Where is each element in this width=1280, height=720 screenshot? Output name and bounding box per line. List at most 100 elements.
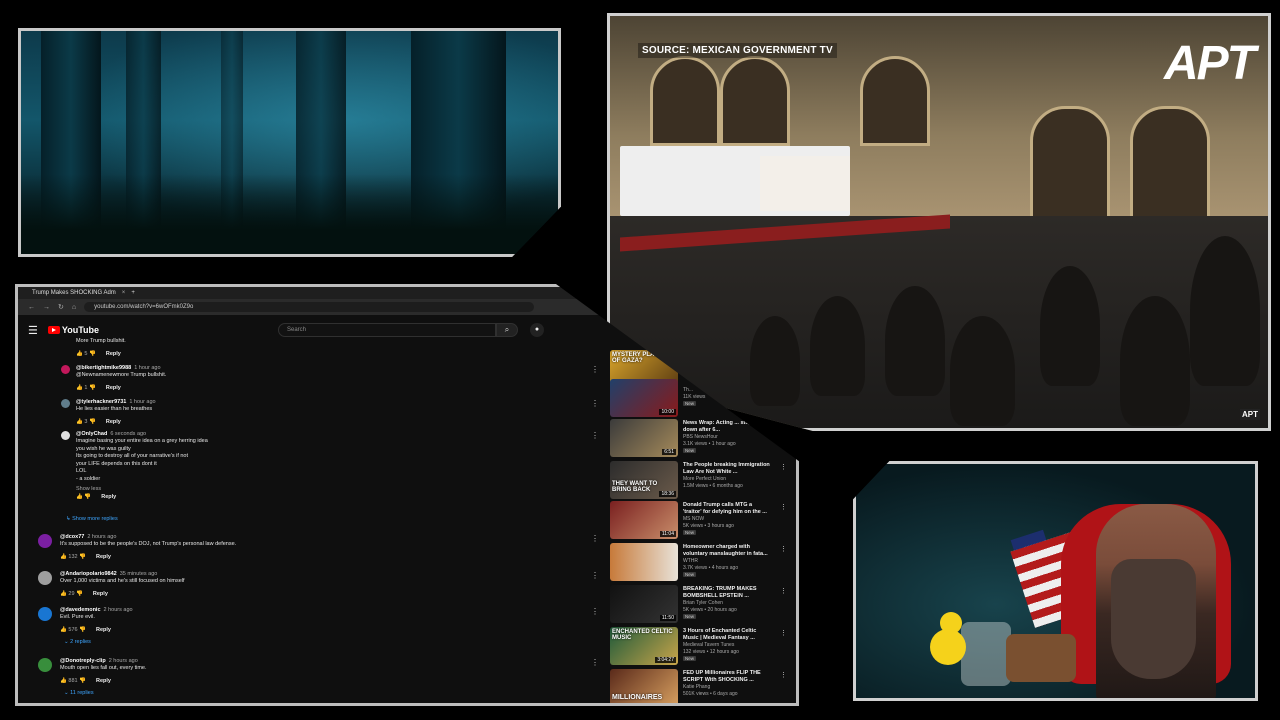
- video-thumbnail[interactable]: ENCHANTED CELTIC MUSIC 3:04:27: [610, 627, 678, 665]
- more-options-icon[interactable]: ⋮: [780, 587, 787, 595]
- more-options-icon[interactable]: ⋮: [591, 365, 599, 374]
- reply-button[interactable]: Reply: [106, 385, 121, 391]
- reply-button[interactable]: Reply: [96, 678, 111, 684]
- video-title[interactable]: BREAKING: TRUMP MAKES BOMBSHELL EPSTEIN …: [683, 586, 771, 599]
- video-title[interactable]: News Wrap: Acting ... stepping down afte…: [683, 420, 771, 433]
- video-channel[interactable]: WTHR: [683, 558, 698, 564]
- avatar[interactable]: [38, 607, 52, 621]
- dislike-icon[interactable]: 👎: [89, 419, 96, 425]
- more-options-icon[interactable]: ⋮: [780, 503, 787, 511]
- show-less-link[interactable]: Show less: [76, 486, 101, 492]
- reply-button[interactable]: Reply: [106, 419, 121, 425]
- browser-tab[interactable]: Trump Makes SHOCKING Adm: [32, 290, 116, 296]
- video-channel[interactable]: MS NOW: [683, 516, 704, 522]
- like-icon[interactable]: 👍: [76, 419, 83, 425]
- more-options-icon[interactable]: ⋮: [591, 607, 599, 616]
- reply-button[interactable]: Reply: [96, 554, 111, 560]
- like-icon[interactable]: 👍: [76, 385, 83, 391]
- more-options-icon[interactable]: ⋮: [591, 658, 599, 667]
- forward-icon[interactable]: →: [43, 304, 50, 311]
- video-title[interactable]: Homeowner charged with voluntary manslau…: [683, 544, 771, 557]
- dislike-icon[interactable]: 👎: [79, 627, 86, 633]
- comment-actions: 👍 132 👎 Reply: [60, 554, 111, 560]
- video-card[interactable]: Homeowner charged with voluntary manslau…: [610, 543, 790, 583]
- like-icon[interactable]: 👍: [60, 591, 67, 597]
- comment-author[interactable]: @dcox77: [60, 534, 84, 540]
- video-card[interactable]: 6:51 News Wrap: Acting ... stepping down…: [610, 419, 790, 459]
- close-tab-icon[interactable]: ×: [122, 290, 126, 296]
- search-icon[interactable]: ⌕: [496, 323, 518, 337]
- video-card[interactable]: MILLIONAIRES FED UP Millionaires FLIP TH…: [610, 669, 790, 703]
- avatar[interactable]: [38, 571, 52, 585]
- video-channel[interactable]: Th...: [683, 387, 693, 393]
- video-card[interactable]: ENCHANTED CELTIC MUSIC 3:04:27 3 Hours of…: [610, 627, 790, 667]
- home-icon[interactable]: ⌂: [72, 304, 76, 311]
- more-options-icon[interactable]: ⋮: [591, 534, 599, 543]
- reply-button[interactable]: Reply: [96, 627, 111, 633]
- video-title[interactable]: Donald Trump calls MTG a 'traitor' for d…: [683, 502, 771, 515]
- reply-button[interactable]: Reply: [101, 494, 116, 500]
- avatar[interactable]: [38, 534, 52, 548]
- reload-icon[interactable]: ↻: [58, 303, 64, 311]
- video-channel[interactable]: Medieval Tavern Tunes: [683, 642, 734, 648]
- search-input[interactable]: Search: [278, 323, 496, 337]
- more-options-icon[interactable]: ⋮: [780, 629, 787, 637]
- video-thumbnail[interactable]: 11:04: [610, 501, 678, 539]
- comment-author[interactable]: @davedemonic: [60, 607, 101, 613]
- new-tab-icon[interactable]: +: [131, 290, 135, 296]
- video-card[interactable]: 11:04 Donald Trump calls MTG a 'traitor'…: [610, 501, 790, 541]
- dislike-icon[interactable]: 👎: [76, 591, 83, 597]
- show-more-replies-button[interactable]: ↳ Show more replies: [66, 516, 118, 522]
- url-input[interactable]: youtube.com/watch?v=6wOFmk0Z9o: [84, 302, 535, 312]
- like-icon[interactable]: 👍: [76, 494, 83, 500]
- video-channel[interactable]: Brian Tyler Cohen: [683, 600, 723, 606]
- reply-button[interactable]: Reply: [93, 591, 108, 597]
- back-icon[interactable]: ←: [28, 304, 35, 311]
- like-icon[interactable]: 👍: [60, 554, 67, 560]
- comment-author[interactable]: @tylerhackner9731: [76, 399, 126, 405]
- dislike-icon[interactable]: 👎: [89, 351, 96, 357]
- more-options-icon[interactable]: ⋮: [591, 399, 599, 408]
- video-title[interactable]: FED UP Millionaires FLIP THE SCRIPT With…: [683, 670, 771, 683]
- video-thumbnail[interactable]: 6:51: [610, 419, 678, 457]
- video-thumbnail[interactable]: 10:00: [610, 379, 678, 417]
- dislike-icon[interactable]: 👎: [89, 385, 96, 391]
- more-options-icon[interactable]: ⋮: [591, 571, 599, 580]
- more-options-icon[interactable]: ⋮: [780, 463, 787, 471]
- replies-toggle[interactable]: ⌄ 2 replies: [64, 639, 91, 645]
- dislike-icon[interactable]: 👎: [79, 554, 86, 560]
- video-thumbnail[interactable]: 11:50: [610, 585, 678, 623]
- dislike-icon[interactable]: 👎: [79, 678, 86, 684]
- dislike-icon[interactable]: 👎: [84, 494, 91, 500]
- more-options-icon[interactable]: ⋮: [780, 545, 787, 553]
- video-title[interactable]: 3 Hours of Enchanted Celtic Music | Medi…: [683, 628, 771, 641]
- video-card[interactable]: 11:50 BREAKING: TRUMP MAKES BOMBSHELL EP…: [610, 585, 790, 625]
- comment-author[interactable]: @Andariopolario9842: [60, 571, 117, 577]
- video-thumbnail[interactable]: [610, 543, 678, 581]
- avatar[interactable]: [61, 399, 70, 408]
- hamburger-menu-icon[interactable]: ☰: [28, 324, 38, 337]
- replies-toggle[interactable]: ⌄ 11 replies: [64, 690, 94, 696]
- video-title[interactable]: The People breaking Immigration Law Are …: [683, 462, 771, 475]
- microphone-icon[interactable]: ●: [530, 323, 544, 337]
- reply-button[interactable]: Reply: [106, 351, 121, 357]
- avatar[interactable]: [61, 431, 70, 440]
- video-channel[interactable]: More Perfect Union: [683, 476, 726, 482]
- avatar[interactable]: [38, 658, 52, 672]
- video-channel[interactable]: Katie Phang: [683, 684, 710, 690]
- video-thumbnail[interactable]: MILLIONAIRES: [610, 669, 678, 703]
- avatar[interactable]: [61, 365, 70, 374]
- arch: [720, 56, 790, 146]
- video-thumbnail[interactable]: THEY WANT TO BRING BACK 18:36: [610, 461, 678, 499]
- more-options-icon[interactable]: ⋮: [591, 431, 599, 440]
- video-channel[interactable]: PBS NewsHour: [683, 434, 718, 440]
- like-icon[interactable]: 👍: [60, 678, 67, 684]
- comment-author[interactable]: @OnlyChad: [76, 431, 107, 437]
- video-card[interactable]: THEY WANT TO BRING BACK 18:36 The People …: [610, 461, 790, 501]
- like-icon[interactable]: 👍: [76, 351, 83, 357]
- comment-author[interactable]: @bikertightmike9988: [76, 365, 131, 371]
- comment-author[interactable]: @Donotreply-clip: [60, 658, 106, 664]
- youtube-logo[interactable]: YouTube: [47, 325, 99, 335]
- more-options-icon[interactable]: ⋮: [780, 671, 787, 679]
- like-icon[interactable]: 👍: [60, 627, 67, 633]
